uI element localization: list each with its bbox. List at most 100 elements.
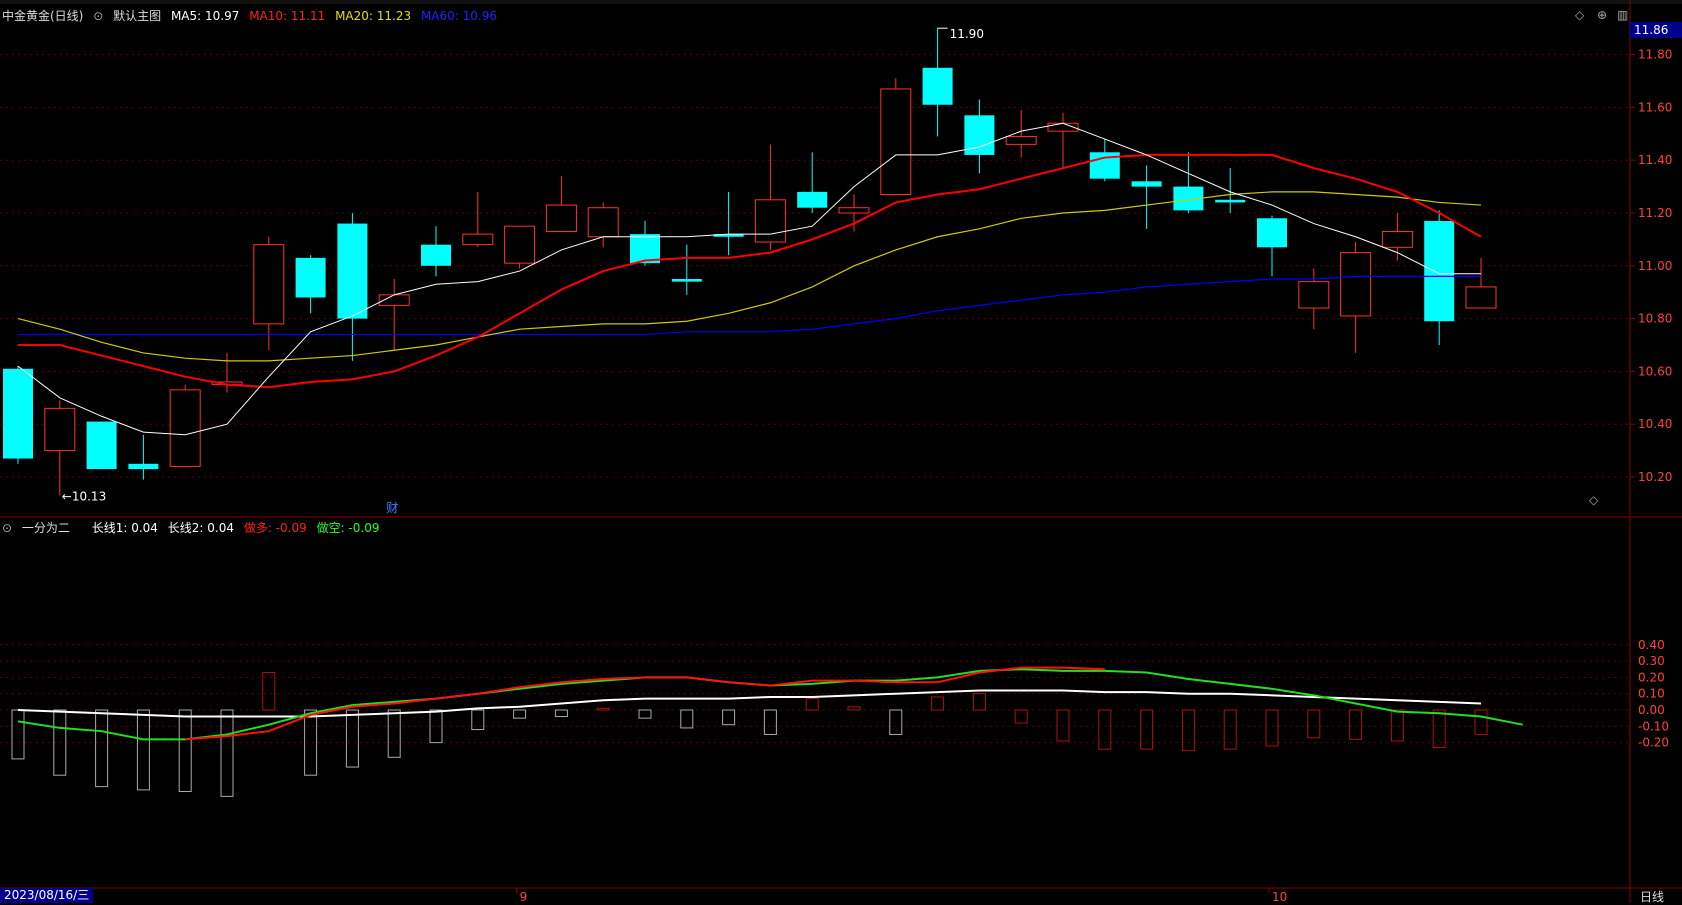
diamond-icon[interactable]: ◇	[1589, 493, 1598, 507]
candle-body	[1005, 135, 1037, 145]
candle-body	[1340, 252, 1372, 317]
indicator-bar	[763, 709, 777, 735]
indicator-bar	[136, 709, 150, 791]
ma5-line	[17, 122, 1481, 436]
indicator-bar	[1098, 709, 1112, 750]
candle-body	[630, 234, 660, 264]
indicator-bar	[722, 709, 736, 726]
ma60-line	[18, 275, 1481, 336]
ind-tick-label: 0.30	[1638, 654, 1665, 668]
period-label[interactable]: 日线	[1640, 888, 1664, 905]
candle-body	[1215, 199, 1246, 203]
indicator-bar	[345, 709, 359, 768]
candle-body	[1257, 218, 1287, 248]
candle-body	[754, 199, 786, 243]
price-tick-label: 11.60	[1638, 100, 1672, 114]
ma5-value: MA5: 10.97	[170, 9, 240, 23]
indicator-bar	[1474, 709, 1488, 735]
price-tick-label: 10.60	[1638, 364, 1672, 378]
price-tick-label: 11.00	[1638, 259, 1672, 273]
short-line	[17, 668, 1523, 741]
candle-body	[671, 279, 702, 282]
indicator-chevron-icon[interactable]: ⊙	[2, 521, 12, 535]
indicator-bar	[1223, 709, 1237, 750]
long-signal-line	[185, 666, 1105, 741]
indicator-bar	[596, 707, 610, 711]
go-short: 做空: -0.09	[316, 521, 380, 535]
stock-name[interactable]: 中金黄金(日线)	[2, 9, 83, 23]
indicator-bar	[805, 698, 819, 711]
indicator-bar	[1390, 709, 1404, 742]
candle-body	[587, 207, 619, 238]
diamond-icon[interactable]: ◇	[1575, 8, 1584, 22]
main-chart-header: 中金黄金(日线) ⊙ 默认主图 MA5: 10.97 MA10: 11.11 M…	[2, 7, 503, 24]
ma20-value: MA20: 11.23	[335, 9, 412, 23]
price-tick-label: 11.20	[1638, 206, 1672, 220]
indicator-bar	[1014, 709, 1028, 724]
indicator-bar	[178, 709, 192, 792]
indicator-bar	[513, 709, 527, 719]
ind-tick-label: 0.40	[1638, 638, 1665, 652]
ma20-line	[17, 191, 1482, 362]
finance-marker: 财	[386, 501, 398, 515]
indicator-bar	[220, 709, 234, 797]
ma10-value: MA10: 11.11	[249, 9, 326, 23]
kline-chart[interactable]: 11.80 11.60 11.40 11.20 11.00 10.80 10.60 10.40…	[0, 0, 1682, 903]
candle-body	[337, 223, 368, 319]
indicator-bar	[1432, 709, 1446, 748]
candle-body	[838, 207, 870, 214]
indicator-bar	[1349, 709, 1363, 740]
indicator-bar	[262, 672, 276, 711]
candle-body	[295, 257, 326, 298]
indicator-bar	[931, 696, 945, 711]
candle-body	[169, 389, 201, 467]
candle-body	[1381, 230, 1413, 248]
low-price-label: ←10.13	[62, 489, 106, 503]
candle-body	[44, 407, 76, 452]
ind-tick-label: -0.10	[1638, 719, 1669, 733]
indicator-bar	[680, 709, 694, 729]
indicator-bar	[554, 709, 568, 718]
expand-icon[interactable]: ⊕	[1597, 8, 1607, 22]
indicator-name[interactable]: 一分为二	[22, 521, 70, 535]
indicator-bar	[95, 709, 109, 788]
indicator-bar	[847, 706, 861, 711]
indicator-bar	[11, 709, 25, 760]
long-line2: 长线2: 0.04	[167, 521, 234, 535]
indicator-bar	[889, 709, 903, 735]
indicator-bar	[429, 709, 443, 744]
high-price-label: 11.90	[950, 27, 984, 41]
candle-body	[545, 204, 577, 232]
indicator-bar	[1307, 709, 1321, 739]
indicator-bar	[1056, 709, 1070, 742]
panel-icon[interactable]: ▥	[1617, 8, 1628, 22]
ind-tick-label: 0.20	[1638, 670, 1665, 684]
ind-tick-label: 0.00	[1638, 703, 1665, 717]
ind-tick-label: 0.10	[1638, 687, 1665, 701]
candle-body	[504, 225, 536, 264]
candle-body	[797, 191, 828, 208]
indicator-bar	[638, 709, 652, 719]
price-tick-label: 10.80	[1638, 312, 1672, 326]
indicator-bar	[972, 693, 986, 711]
price-tick-label: 10.20	[1638, 470, 1672, 484]
price-tick-label: 11.40	[1638, 153, 1672, 167]
indicator-header: ⊙ 一分为二 长线1: 0.04 长线2: 0.04 做多: -0.09 做空:…	[2, 519, 386, 536]
candle-body	[922, 67, 953, 105]
go-long: 做多: -0.09	[243, 521, 307, 535]
month-9-label: 9	[520, 890, 528, 903]
candle-body	[880, 88, 912, 196]
price-tick-label: 10.40	[1638, 417, 1672, 431]
main-chart-label[interactable]: 默认主图	[113, 9, 161, 23]
candle-body	[128, 463, 159, 470]
candle-body	[86, 421, 117, 470]
candle-body	[462, 233, 494, 246]
month-10-label: 10	[1272, 890, 1287, 903]
candle-body	[253, 244, 285, 325]
chevron-down-icon[interactable]: ⊙	[93, 9, 103, 23]
current-price-label: 11.86	[1630, 22, 1682, 38]
price-tick-label: 11.80	[1638, 48, 1672, 62]
candle-body	[1298, 281, 1330, 309]
indicator-bar	[387, 709, 401, 758]
ma10-line	[18, 153, 1482, 389]
